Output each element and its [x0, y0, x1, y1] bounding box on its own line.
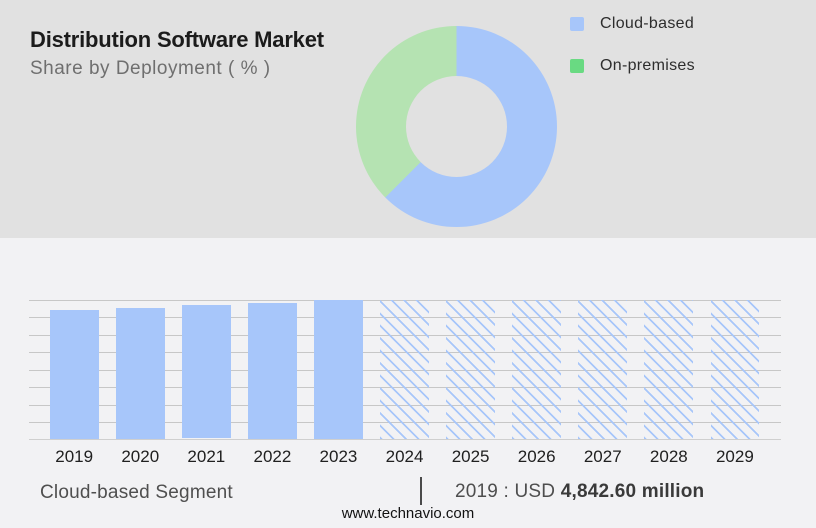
- x-axis-label-2024: 2024: [385, 447, 424, 466]
- infographic-canvas: Distribution Software Market Share by De…: [0, 0, 816, 528]
- footer-value: 2019 : USD 4,842.60 million: [455, 481, 704, 503]
- x-axis-label-2023: 2023: [319, 447, 358, 466]
- x-axis-label-2025: 2025: [451, 447, 490, 466]
- bar-forecast-2028: [644, 300, 694, 439]
- bar-forecast-2024: [380, 300, 429, 439]
- website-link[interactable]: www.technavio.com: [0, 505, 816, 522]
- bar-2021: [181, 305, 231, 439]
- x-axis-label-2027: 2027: [583, 447, 622, 466]
- footer-value-amount: 4,842.60 million: [560, 481, 705, 502]
- x-axis-label-2020: 2020: [121, 447, 160, 466]
- bar-2023: [314, 299, 363, 439]
- footer-divider: [420, 477, 422, 505]
- segment-label: Cloud-based Segment: [40, 482, 233, 503]
- x-axis-label-2019: 2019: [55, 447, 94, 466]
- footer-value-prefix: 2019 : USD: [455, 481, 561, 502]
- bar-2019: [49, 310, 99, 439]
- bar-forecast-2029: [710, 300, 760, 439]
- x-axis-label-2029: 2029: [715, 447, 754, 466]
- x-axis-label-2021: 2021: [187, 447, 226, 466]
- bar-forecast-2026: [512, 300, 562, 439]
- bar-2022: [248, 303, 297, 439]
- x-axis-label-2026: 2026: [517, 447, 556, 466]
- bar-forecast-2027: [578, 300, 628, 439]
- x-axis-label-2028: 2028: [649, 447, 688, 466]
- x-axis-line: [29, 439, 781, 440]
- x-axis-label-2022: 2022: [253, 447, 292, 466]
- bar-2020: [115, 308, 165, 439]
- bar-chart: 2019 2020 2021 2022 2023 2024 2025 2026 2027 2028…: [0, 0, 816, 528]
- bar-forecast-2025: [446, 300, 496, 439]
